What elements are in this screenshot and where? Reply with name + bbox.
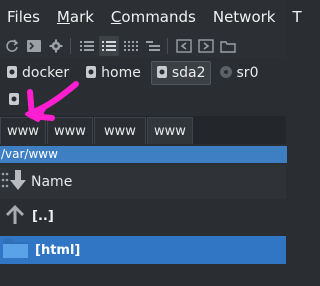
- item-label: [html]: [35, 242, 81, 258]
- folder-icon[interactable]: [218, 36, 238, 56]
- move-icon[interactable]: [196, 36, 216, 56]
- menu-bar: Files Mark Commands Network T: [0, 0, 302, 34]
- sort-down-icon[interactable]: [9, 169, 27, 195]
- list-item-html[interactable]: [html]: [0, 236, 286, 264]
- menu-files[interactable]: Files: [7, 8, 40, 26]
- drive-sr0[interactable]: sr0: [215, 62, 263, 84]
- list-brief-icon[interactable]: [77, 36, 97, 56]
- toolbar: [0, 34, 286, 58]
- drive-label: sr0: [236, 65, 259, 81]
- menu-mark-mnemonic: M: [56, 8, 70, 26]
- toolbar-separator: [167, 38, 168, 54]
- menu-mark[interactable]: Mark: [57, 8, 94, 26]
- item-label: [..]: [32, 208, 54, 224]
- list-item-parent[interactable]: [..]: [0, 202, 286, 230]
- drive-label: home: [101, 65, 141, 81]
- drive-label: sda2: [171, 65, 206, 81]
- menu-commands-mnemonic: C: [110, 8, 122, 26]
- menu-commands[interactable]: Commands: [111, 8, 196, 26]
- path-bar[interactable]: /var/www: [0, 146, 287, 163]
- drive-sda2[interactable]: sda2: [150, 61, 211, 85]
- drive-icon: [156, 64, 168, 83]
- drag-handle-icon[interactable]: [1, 170, 9, 194]
- menu-commands-rest: ommands: [121, 8, 196, 26]
- menu-tools[interactable]: T: [292, 8, 301, 26]
- up-arrow-icon: [4, 203, 26, 229]
- tab-www-4[interactable]: www: [147, 117, 193, 144]
- list-detailed-icon[interactable]: [99, 36, 119, 56]
- tree-icon[interactable]: [143, 36, 163, 56]
- gear-icon[interactable]: [46, 36, 66, 56]
- menu-mark-rest: ark: [69, 8, 94, 26]
- toolbar-separator: [70, 38, 71, 54]
- menu-network[interactable]: Network: [213, 8, 276, 26]
- terminal-icon[interactable]: [24, 36, 44, 56]
- thumbnails-icon[interactable]: [121, 36, 141, 56]
- drive-home[interactable]: home: [81, 62, 145, 84]
- column-name-header[interactable]: Name: [31, 174, 72, 190]
- disc-icon: [219, 64, 233, 83]
- folder-icon: [3, 237, 29, 263]
- tab-www-3[interactable]: www: [94, 117, 146, 144]
- refresh-icon[interactable]: [2, 36, 22, 56]
- column-header: Name: [0, 165, 286, 199]
- annotation-arrow-icon: [25, 81, 79, 122]
- copy-icon[interactable]: [174, 36, 194, 56]
